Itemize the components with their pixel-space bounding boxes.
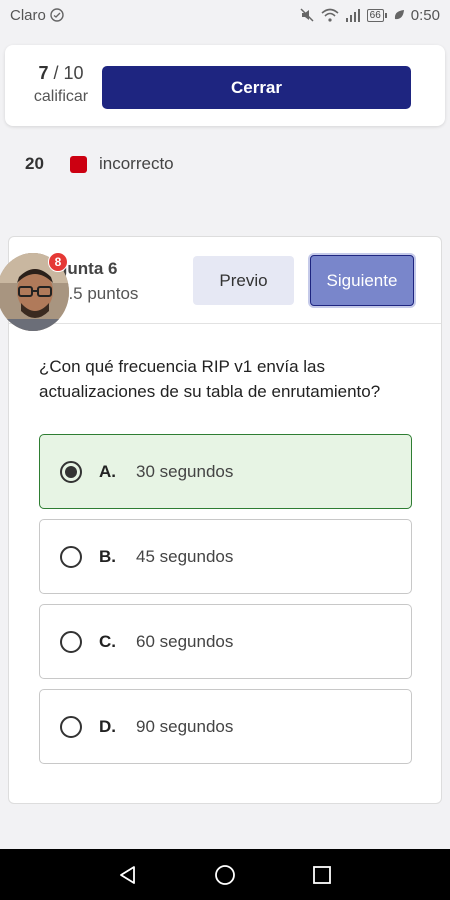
option-letter: A. [99, 461, 116, 481]
radio-icon [60, 545, 82, 568]
score-total: 10 [63, 63, 84, 83]
leaf-icon [393, 9, 405, 21]
notification-badge: 8 [48, 252, 68, 272]
back-icon[interactable] [108, 855, 148, 895]
question-points: 0.5 puntos [59, 284, 138, 304]
score-summary: 7 / 10 calificar [25, 63, 97, 106]
recents-icon[interactable] [302, 855, 342, 895]
next-button[interactable]: Siguiente [308, 253, 416, 308]
close-button[interactable]: Cerrar [102, 66, 411, 109]
incorrect-label: incorrecto [99, 154, 174, 173]
option-text: 90 segundos [136, 716, 234, 736]
battery-level: 66 [366, 8, 384, 22]
question-points-value: 0.5 puntos [59, 284, 139, 303]
score-separator: / [48, 63, 64, 83]
option-letter: C. [99, 631, 116, 651]
option-letter: B. [99, 546, 116, 566]
clock: 0:50 [410, 6, 440, 24]
previous-button[interactable]: Previo [193, 256, 294, 305]
wifi-icon [321, 8, 339, 22]
radio-selected-icon [60, 460, 82, 483]
incorrect-swatch [70, 155, 87, 173]
score-label: calificar [33, 88, 89, 105]
question-text: ¿Con qué frecuencia RIP v1 envía las act… [39, 357, 381, 401]
option-text: 45 segundos [136, 546, 234, 566]
question-card: gunta 6 0.5 puntos Previo Siguiente ¿Con… [8, 236, 442, 804]
radio-icon [60, 715, 82, 738]
option-d[interactable]: D. 90 segundos [39, 689, 412, 764]
navigation-bar [0, 849, 450, 900]
battery-icon: 66 [366, 8, 387, 22]
incorrect-count: 20 [25, 154, 44, 173]
mute-icon [299, 7, 315, 23]
option-text: 30 segundos [136, 461, 234, 481]
option-b[interactable]: B. 45 segundos [39, 519, 412, 594]
sync-icon [50, 8, 64, 22]
carrier-label: Claro [10, 6, 46, 24]
option-text: 60 segundos [136, 631, 234, 651]
score-card: 7 / 10 calificar Cerrar [5, 45, 445, 126]
option-a[interactable]: A. 30 segundos [39, 434, 412, 509]
option-letter: D. [99, 716, 116, 736]
question-header: gunta 6 0.5 puntos Previo Siguiente [9, 237, 441, 324]
score-current: 7 [38, 63, 49, 83]
home-icon[interactable] [205, 855, 245, 895]
radio-icon [60, 630, 82, 653]
signal-icon [345, 8, 361, 22]
option-c[interactable]: C. 60 segundos [39, 604, 412, 679]
next-button-label: Siguiente [310, 255, 414, 306]
result-legend: 20 incorrecto [25, 154, 174, 174]
status-bar: Claro 66 0:50 [0, 0, 450, 30]
score-value: 7 / 10 [25, 63, 97, 84]
